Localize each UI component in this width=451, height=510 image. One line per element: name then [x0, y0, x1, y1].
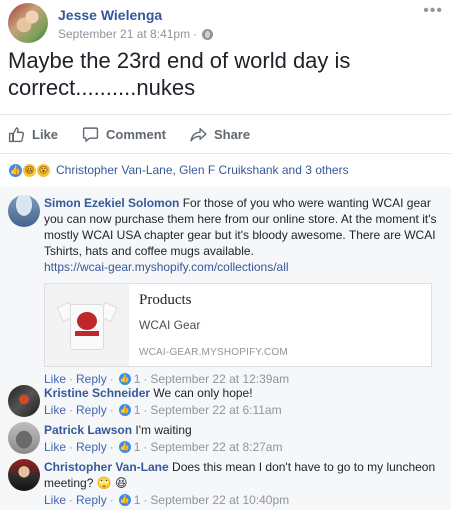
commenter-avatar[interactable]: [8, 459, 40, 491]
link-preview-card[interactable]: Products WCAI Gear WCAI-GEAR.MYSHOPIFY.C…: [44, 283, 432, 367]
comment-like-count[interactable]: 1: [134, 440, 141, 454]
preview-domain: WCAI-GEAR.MYSHOPIFY.COM: [139, 347, 288, 358]
reactions-summary[interactable]: 👍 😆 😮 Christopher Van-Lane, Glen F Cruik…: [8, 162, 349, 178]
preview-subtitle: WCAI Gear: [139, 318, 201, 332]
commenter-name[interactable]: Patrick Lawson: [44, 423, 132, 437]
commenter-name[interactable]: Simon Ezekiel Solomon: [44, 196, 179, 210]
comment-text: I'm waiting: [135, 423, 192, 437]
comment-reply-link[interactable]: Reply: [76, 440, 107, 454]
post-header: Jesse Wielenga September 21 at 8:41pm · …: [8, 3, 443, 43]
like-reaction-icon: 👍: [8, 162, 23, 178]
comment-like-link[interactable]: Like: [44, 440, 66, 454]
comment-body: Simon Ezekiel Solomon For those of you w…: [44, 195, 444, 275]
comment-link[interactable]: https://wcai-gear.myshopify.com/collecti…: [44, 259, 444, 275]
haha-reaction-icon: 😆: [22, 162, 37, 178]
commenter-avatar[interactable]: [8, 422, 40, 454]
divider: [0, 114, 451, 115]
comment-reply-link[interactable]: Reply: [76, 493, 107, 507]
more-options-icon[interactable]: •••: [423, 3, 443, 19]
reaction-names[interactable]: Christopher Van-Lane, Glen F Cruikshank …: [56, 163, 349, 177]
share-button[interactable]: Share: [190, 122, 250, 146]
commenter-name[interactable]: Kristine Schneider: [44, 386, 150, 400]
like-count-icon: 👍: [118, 404, 131, 416]
comment: Kristine Schneider We can only hope! Lik…: [8, 385, 444, 417]
comment-body: Christopher Van-Lane Does this mean I do…: [44, 459, 444, 491]
comment-label: Comment: [106, 126, 166, 142]
divider: [0, 153, 451, 154]
like-count-icon: 👍: [118, 373, 131, 385]
meta-separator: ·: [193, 27, 198, 41]
commenter-avatar[interactable]: [8, 385, 40, 417]
share-label: Share: [213, 126, 251, 142]
comments-section: Simon Ezekiel Solomon For those of you w…: [0, 187, 451, 510]
comment-actions: Like · Reply · 👍 1 · September 22 at 12:…: [44, 372, 290, 386]
comment-bubble-icon: [82, 126, 99, 142]
comment-actions: Like · Reply · 👍 1 · September 22 at 6:1…: [44, 403, 282, 417]
facebook-post: Jesse Wielenga September 21 at 8:41pm · …: [0, 0, 451, 510]
preview-title: Products: [139, 292, 192, 308]
wow-reaction-icon: 😮: [36, 162, 51, 178]
tshirt-image: [56, 298, 118, 352]
comment: Simon Ezekiel Solomon For those of you w…: [8, 195, 444, 386]
comment-time[interactable]: September 22 at 12:39am: [150, 372, 289, 386]
comment-time[interactable]: September 22 at 6:11am: [150, 403, 281, 417]
comment: Christopher Van-Lane Does this mean I do…: [8, 459, 444, 507]
post-author-name[interactable]: Jesse Wielenga: [58, 7, 162, 23]
post-timestamp[interactable]: September 21 at 8:41pm: [58, 27, 190, 41]
comment-time[interactable]: September 22 at 10:40pm: [150, 493, 289, 507]
commenter-name[interactable]: Christopher Van-Lane: [44, 460, 169, 474]
comment-button[interactable]: Comment: [82, 122, 166, 146]
comment-like-link[interactable]: Like: [44, 493, 66, 507]
post-text: Maybe the 23rd end of world day is corre…: [8, 48, 351, 100]
product-thumbnail: [45, 284, 129, 366]
comment-like-link[interactable]: Like: [44, 372, 66, 386]
comment-like-count[interactable]: 1: [134, 493, 141, 507]
comment-like-count[interactable]: 1: [134, 372, 141, 386]
thumbs-up-icon: [8, 126, 25, 142]
like-count-icon: 👍: [118, 494, 131, 506]
post-actions: Like Comment Share: [8, 122, 438, 146]
like-button[interactable]: Like: [8, 122, 58, 146]
share-arrow-icon: [190, 127, 207, 142]
comment-like-count[interactable]: 1: [134, 403, 141, 417]
comment-actions: Like · Reply · 👍 1 · September 22 at 10:…: [44, 493, 290, 507]
comment-like-link[interactable]: Like: [44, 403, 66, 417]
author-avatar[interactable]: [8, 3, 48, 43]
comment: Patrick Lawson I'm waiting Like · Reply …: [8, 422, 444, 454]
comment-emoji: 🙄 😆: [96, 476, 128, 490]
comment-text: We can only hope!: [153, 386, 253, 400]
post-meta: September 21 at 8:41pm ·: [58, 27, 214, 41]
comment-body: Kristine Schneider We can only hope!: [44, 385, 444, 401]
globe-icon[interactable]: [202, 28, 214, 40]
comment-reply-link[interactable]: Reply: [76, 372, 107, 386]
comment-reply-link[interactable]: Reply: [76, 403, 107, 417]
commenter-avatar[interactable]: [8, 195, 40, 227]
comment-time[interactable]: September 22 at 8:27am: [150, 440, 282, 454]
comment-actions: Like · Reply · 👍 1 · September 22 at 8:2…: [44, 440, 283, 454]
like-count-icon: 👍: [118, 441, 131, 453]
comment-body: Patrick Lawson I'm waiting: [44, 422, 444, 438]
like-label: Like: [32, 126, 59, 142]
